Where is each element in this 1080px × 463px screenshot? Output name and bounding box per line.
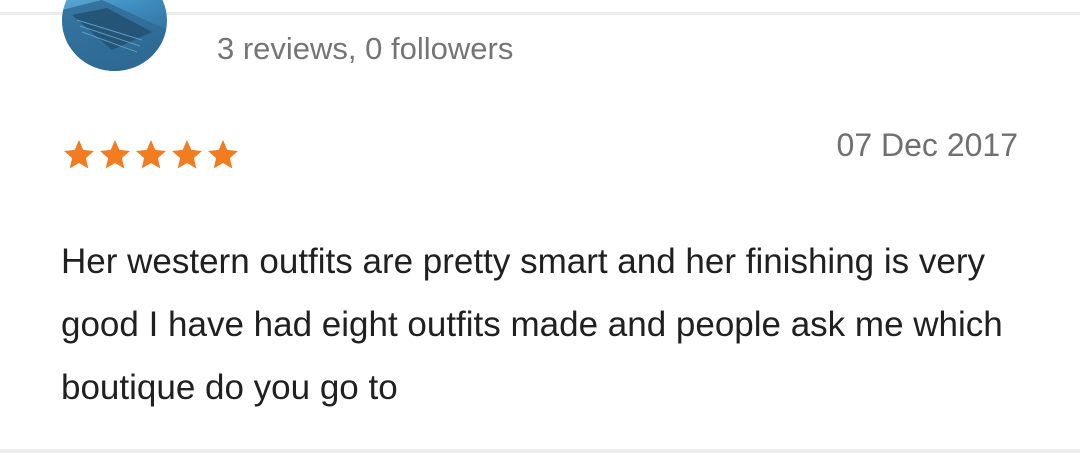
star-icon	[208, 140, 238, 169]
star-icon	[64, 140, 94, 169]
reviewer-avatar[interactable]	[62, 0, 167, 71]
avatar-image-icon	[62, 0, 167, 71]
star-icon	[100, 140, 130, 169]
reviewer-stats: 3 reviews, 0 followers	[217, 31, 514, 66]
review-date: 07 Dec 2017	[836, 127, 1018, 163]
star-icon	[172, 140, 202, 169]
bottom-divider	[0, 449, 1080, 453]
review-text: Her western outfits are pretty smart and…	[61, 242, 1003, 407]
star-rating	[61, 137, 241, 173]
star-icon	[136, 140, 166, 169]
